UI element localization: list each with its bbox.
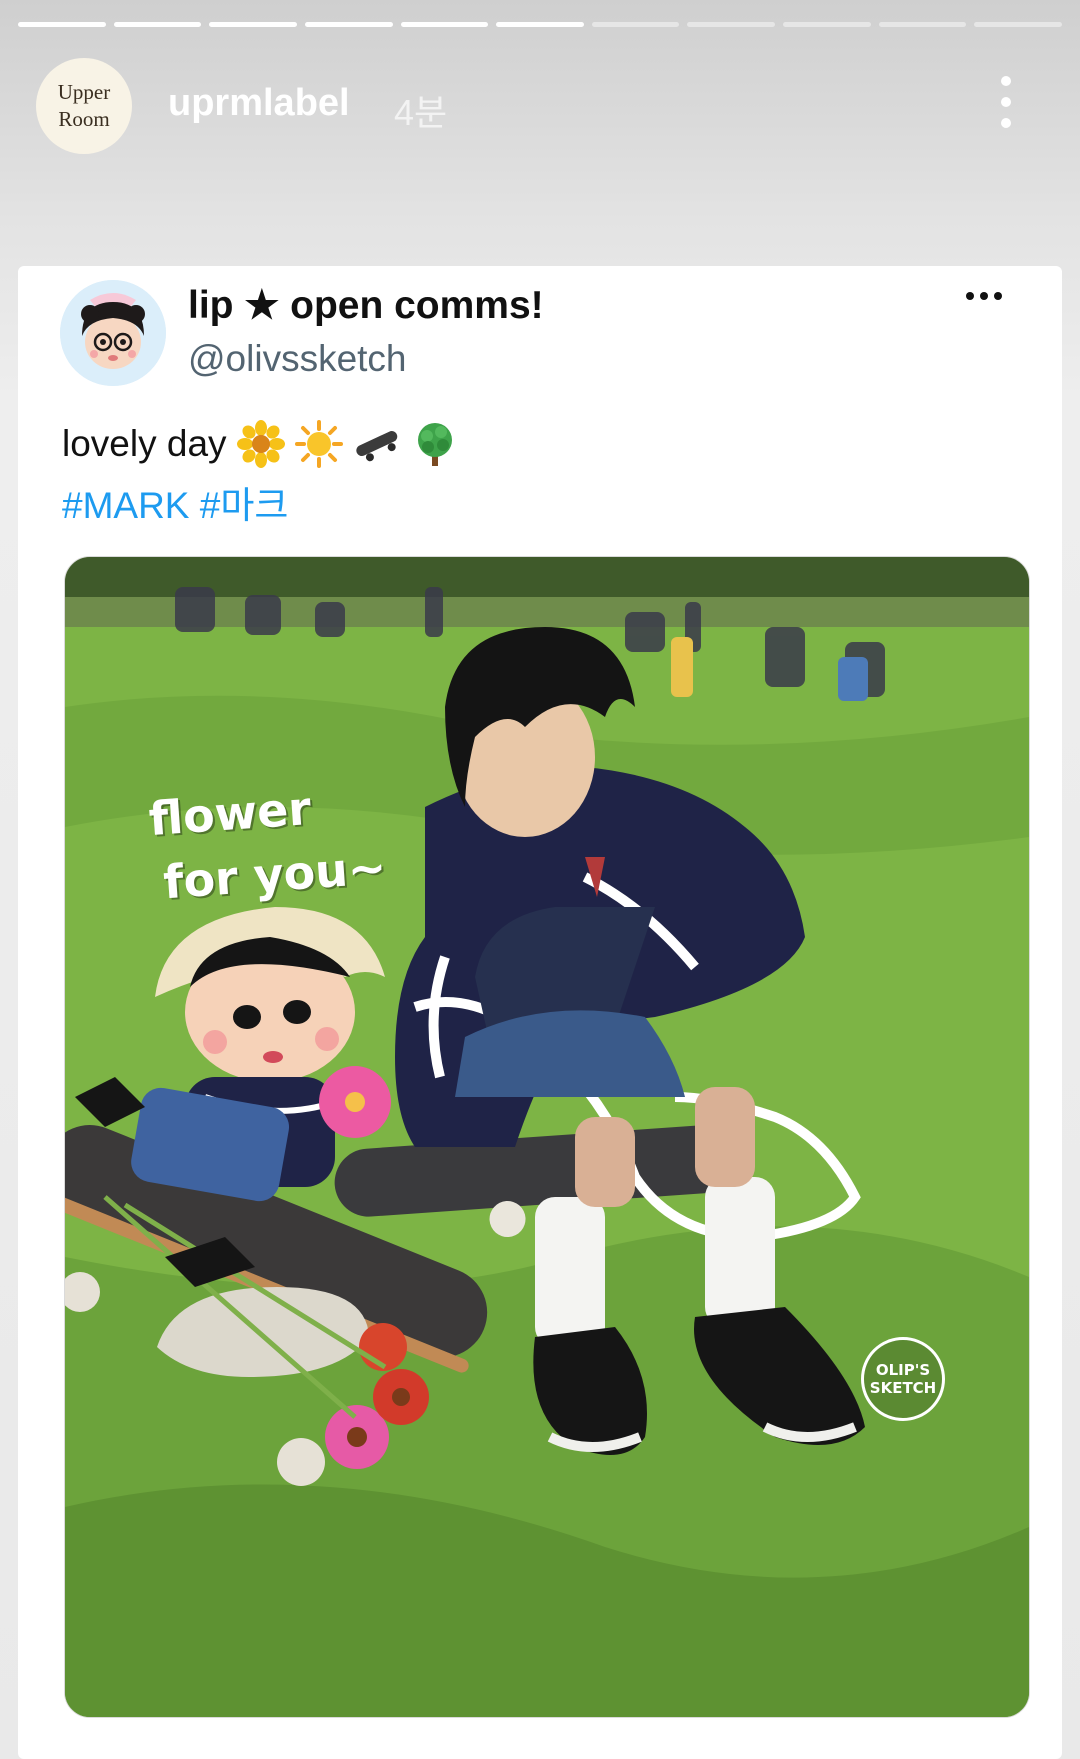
tweet-hashtags[interactable]: #MARK #마크 <box>62 475 288 529</box>
progress-segment <box>209 22 297 27</box>
avatar-text-line2: Room <box>58 107 110 131</box>
watermark-badge: OLIP'S SKETCH <box>861 1337 945 1421</box>
progress-segment <box>400 22 489 27</box>
progress-segment <box>591 22 680 27</box>
photo-overlay-text: flower for you~ <box>147 771 389 915</box>
watermark-line-1: OLIP'S <box>875 1361 931 1379</box>
tweet-handle[interactable]: @olivssketch <box>188 338 407 380</box>
watermark-line-2: SKETCH <box>869 1379 937 1397</box>
more-horizontal-icon[interactable] <box>966 292 1006 304</box>
progress-segment <box>878 22 967 27</box>
tweet-display-name[interactable]: lip ★ open comms! <box>188 283 544 328</box>
progress-segment <box>687 22 776 27</box>
more-vertical-icon[interactable] <box>996 76 1016 128</box>
skateboard-icon <box>355 431 397 462</box>
tweet-body-text: lovely day <box>62 423 227 464</box>
sunflower-icon <box>236 420 285 468</box>
progress-segment <box>18 22 106 27</box>
tweet-text: lovely day <box>62 420 459 468</box>
progress-segment <box>113 22 202 27</box>
story-avatar[interactable]: Upper Room <box>36 58 132 154</box>
photo-illustration <box>65 557 1029 1717</box>
tree-icon <box>417 423 452 466</box>
progress-segment <box>304 22 393 27</box>
tweet-photo[interactable]: flower for you~ OLIP'S SKETCH <box>64 556 1030 1718</box>
story-username[interactable]: uprmlabel <box>168 82 350 125</box>
progress-segment <box>974 22 1063 27</box>
progress-segment <box>496 22 584 27</box>
story-progress-bar <box>18 22 1063 28</box>
story-timestamp: 4분 <box>394 92 448 133</box>
avatar-text-line1: Upper <box>57 80 111 104</box>
progress-segment <box>783 22 871 27</box>
tweet-avatar[interactable] <box>60 280 166 386</box>
sun-icon <box>294 420 343 468</box>
